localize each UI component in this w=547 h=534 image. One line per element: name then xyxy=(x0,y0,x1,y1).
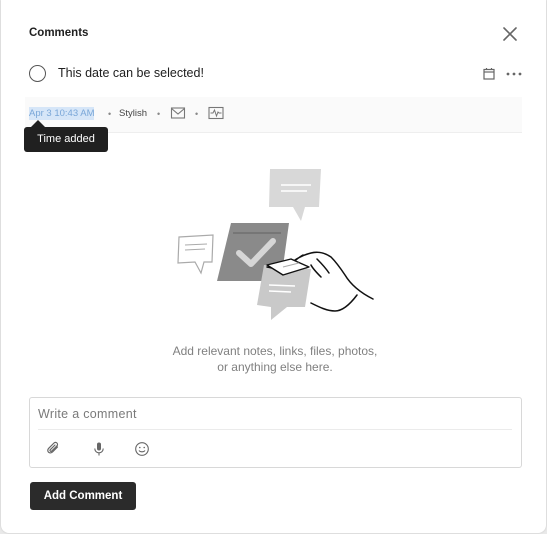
add-comment-button[interactable]: Add Comment xyxy=(30,482,136,510)
project-link[interactable]: Stylish xyxy=(119,108,147,119)
empty-state-message: Add relevant notes, links, files, photos… xyxy=(141,343,409,375)
dialog-title: Comments xyxy=(29,27,89,39)
more-horizontal-icon xyxy=(506,72,522,76)
speech-bubble-outline xyxy=(177,234,214,275)
empty-state-line-1: Add relevant notes, links, files, photos… xyxy=(172,344,378,358)
paperclip-icon xyxy=(47,441,59,454)
activity-button[interactable] xyxy=(208,106,224,120)
more-actions-button[interactable] xyxy=(505,67,523,81)
meta-separator: • xyxy=(157,109,161,119)
task-complete-checkbox[interactable] xyxy=(29,65,46,82)
activity-icon xyxy=(208,106,224,120)
calendar-icon xyxy=(483,68,495,80)
close-icon xyxy=(503,27,517,41)
comment-input[interactable] xyxy=(30,398,521,429)
comments-dialog: Comments This date can be selected! Apr … xyxy=(1,0,546,533)
comment-editor xyxy=(29,397,522,468)
meta-separator: • xyxy=(108,109,112,119)
schedule-button[interactable] xyxy=(482,67,496,81)
empty-comments-illustration xyxy=(177,169,374,320)
task-row: This date can be selected! xyxy=(27,63,524,85)
email-button[interactable] xyxy=(170,106,186,120)
empty-state-line-2: or anything else here. xyxy=(217,360,333,374)
mail-icon xyxy=(170,107,186,119)
emoji-button[interactable] xyxy=(134,441,150,457)
time-added-text[interactable]: Apr 3 10:43 AM xyxy=(29,107,95,120)
task-name[interactable]: This date can be selected! xyxy=(58,66,204,80)
time-added-tooltip: Time added xyxy=(24,127,108,152)
meta-separator: • xyxy=(195,109,199,119)
tooltip-arrow xyxy=(31,120,45,127)
attach-file-button[interactable] xyxy=(46,441,62,457)
comment-divider xyxy=(38,429,512,430)
microphone-icon xyxy=(94,442,104,456)
voice-note-button[interactable] xyxy=(91,441,107,457)
close-button[interactable] xyxy=(501,25,519,43)
speech-bubble-shape xyxy=(269,169,321,221)
smiley-icon xyxy=(135,442,149,456)
